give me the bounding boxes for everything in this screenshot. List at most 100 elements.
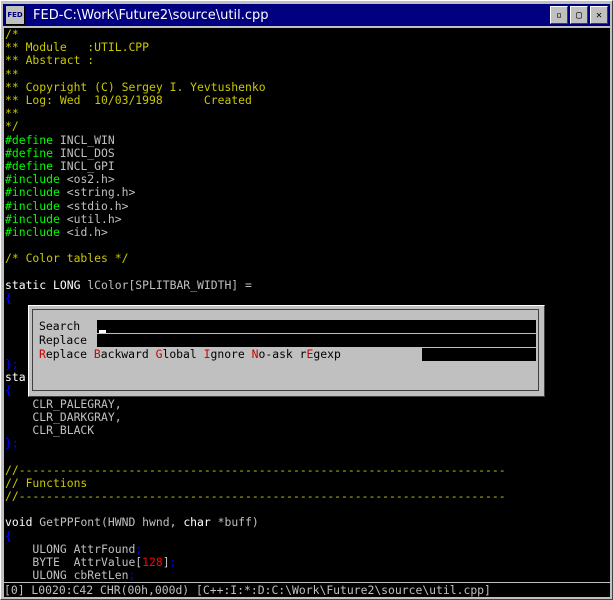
code-token: char [183,515,211,530]
code-token: */ [5,119,19,134]
code-token: ULONG cbRetLen [5,568,129,582]
code-token: { [5,291,12,305]
system-menu-icon[interactable]: FED [5,5,25,25]
close-button[interactable]: ✕ [590,6,608,24]
restore-icon: ▢ [575,9,583,21]
close-icon: ✕ [595,9,603,21]
search-options: Replace Backward Global Ignore No-ask rE… [39,348,341,361]
code-line: #define INCL_GPI [5,160,115,173]
option-label: gnore [210,347,245,361]
code-line: }; [5,357,19,371]
minimize-icon: ▫ [555,9,563,21]
code-line: */ [5,120,19,133]
option-hotkey: B [93,347,101,361]
code-token: BYTE AttrValue[ [5,555,143,569]
search-option[interactable]: Ignore [204,347,245,361]
code-line: void GetPPFont(HWND hwnd, char *buff) [5,516,259,529]
code-token: static LONG [5,277,81,292]
search-option[interactable]: Backward [94,347,149,361]
option-label: gexp [313,347,341,361]
code-token: ** [5,106,19,121]
code-line: { [5,384,12,397]
code-line: CLR_DARKGRAY, [5,410,121,424]
code-line: #include <string.h> [5,186,135,199]
code-token: #include [5,225,60,239]
code-line: CLR_BLACK [5,424,94,437]
code-token: ** Log: Wed 10/03/1998 Created [5,93,252,107]
code-line: static LONG lColor[SPLITBAR_WIDTH] = [5,277,252,292]
code-line: }; [5,437,19,450]
code-token: *buff) [210,515,259,530]
code-line: #define INCL_WIN [5,132,115,147]
code-token: ; [169,555,177,569]
code-line: sta [5,371,26,384]
code-token: /* Color tables */ [5,251,129,266]
restore-button[interactable]: ▢ [570,6,588,24]
code-token: ; [135,541,143,556]
editor-window: FED FED-C:\Work\Future2\source\util.cpp … [0,0,613,600]
code-token: CLR_PALEGRAY, [5,396,122,411]
code-token: sta [5,370,26,385]
window-title: FED-C:\Work\Future2\source\util.cpp [33,7,269,23]
code-token: #include [5,211,60,226]
code-line: /* [5,28,19,41]
text-cursor [99,330,106,333]
code-token: #include [5,198,60,213]
code-token: INCL_GPI [53,159,115,173]
option-hotkey: N [251,347,259,361]
code-token: <util.h> [59,211,122,226]
replace-label: Replace [39,333,88,347]
title-bar[interactable]: FED FED-C:\Work\Future2\source\util.cpp … [3,4,610,26]
code-line: //--------------------------------------… [5,490,506,503]
code-token: <stdio.h> [59,198,129,213]
code-token: #define [5,159,54,173]
minimize-button[interactable]: ▫ [550,6,568,24]
search-label: Search [39,319,81,333]
replace-input[interactable] [97,334,536,347]
code-line: ** Module :UTIL.CPP [5,41,149,54]
code-token: GetPPFont(HWND hwnd, [32,515,184,530]
code-token: #include [5,172,60,187]
search-option[interactable]: rEgexp [300,347,341,361]
code-token: INCL_WIN [53,132,115,147]
code-line: ** [5,107,19,120]
code-token: 128 [142,555,163,569]
code-line: #include <stdio.h> [5,198,129,213]
code-token: #include [5,185,60,200]
search-option[interactable]: Global [156,347,197,361]
code-token: <string.h> [59,185,136,200]
code-token: ** Module :UTIL.CPP [5,40,150,55]
code-line: #include <util.h> [5,211,122,226]
code-token: #define [5,132,54,147]
search-option[interactable]: Replace [39,347,87,361]
option-prefix: r [299,347,307,361]
code-line: ** Abstract : [5,54,94,67]
code-line: /* Color tables */ [5,252,128,265]
code-token: #define [5,145,54,160]
dialog-frame: Search Replace Replace Backward Global I… [32,309,539,391]
code-line: ** Copyright (C) Sergey I. Yevtushenko [5,79,266,94]
code-line: { [5,292,12,305]
option-label: lobal [162,347,197,361]
code-token: // Functions [5,475,88,490]
status-bar: [0] L0020:C42 CHR(00h,000d) [C++:I:*:D:C… [4,583,610,597]
search-input[interactable] [97,320,536,333]
code-line: { [5,529,12,543]
code-token: { [5,383,12,398]
code-line: #include <os2.h> [5,173,115,186]
code-token: ; [128,568,136,582]
code-token: ** [5,66,19,81]
code-token: CLR_BLACK [5,423,95,437]
code-token: lColor[SPLITBAR_WIDTH] = [80,277,252,292]
code-token: ** Copyright (C) Sergey I. Yevtushenko [5,79,266,94]
code-token: //--------------------------------------… [5,489,506,503]
search-option[interactable]: No-ask [252,347,293,361]
option-label: ackward [100,347,149,361]
code-line: ** [5,66,19,81]
code-token: ULONG AttrFound [5,541,136,556]
code-token: <os2.h> [59,172,115,187]
code-line: BYTE AttrValue[128]; [5,556,176,569]
code-line: #include <id.h> [5,226,108,239]
code-token: //--------------------------------------… [5,462,506,477]
code-token: ] [162,555,170,569]
